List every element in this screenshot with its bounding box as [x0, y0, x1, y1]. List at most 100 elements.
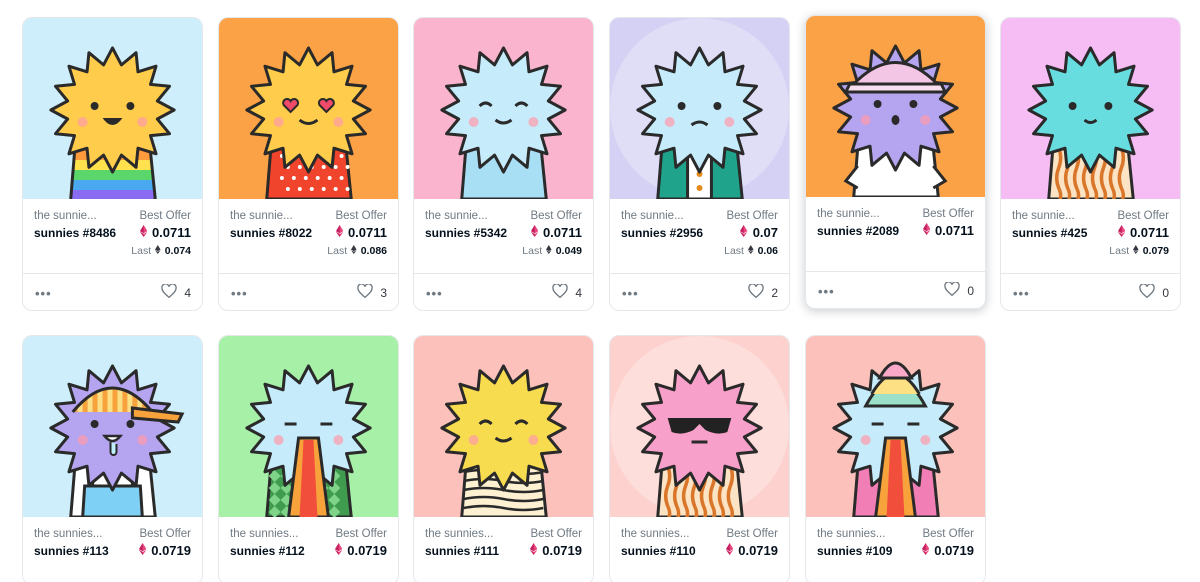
nft-card[interactable]: the sunnie... Best Offer sunnies #2956 0… — [609, 17, 790, 311]
token-name[interactable]: sunnies #113 — [34, 544, 109, 558]
favorite-button[interactable]: 4 — [161, 283, 191, 301]
ethereum-icon — [334, 543, 343, 558]
like-count: 4 — [184, 285, 191, 300]
ethereum-icon — [139, 225, 147, 240]
best-offer-label: Best Offer — [335, 210, 387, 222]
nft-card[interactable]: the sunnies... Best Offer sunnies #109 0… — [805, 335, 986, 582]
last-label: Last — [327, 245, 348, 257]
collection-name[interactable]: the sunnies... — [230, 528, 298, 540]
heart-icon[interactable] — [748, 283, 765, 301]
collection-name[interactable]: the sunnie... — [1012, 210, 1075, 222]
nft-card[interactable]: the sunnies... Best Offer sunnies #111 0… — [413, 335, 594, 582]
nft-image[interactable] — [610, 336, 789, 517]
nft-image[interactable] — [23, 18, 202, 199]
more-options-icon[interactable]: ••• — [35, 286, 52, 301]
token-name[interactable]: sunnies #425 — [1012, 226, 1087, 240]
last-sale: Last 0.079 — [1109, 245, 1169, 257]
ethereum-icon — [155, 245, 161, 257]
nft-image[interactable] — [219, 18, 398, 199]
collection-name[interactable]: the sunnie... — [817, 208, 880, 220]
favorite-button[interactable]: 2 — [748, 283, 778, 301]
collection-name[interactable]: the sunnie... — [230, 210, 293, 222]
nft-card[interactable]: the sunnies... Best Offer sunnies #113 0… — [22, 335, 203, 582]
card-footer: ••• 0 — [806, 271, 985, 308]
collection-name[interactable]: the sunnies... — [621, 528, 689, 540]
last-label: Last — [522, 245, 543, 257]
heart-icon[interactable] — [161, 283, 178, 301]
token-name[interactable]: sunnies #8486 — [34, 226, 116, 240]
best-offer-label: Best Offer — [726, 210, 778, 222]
token-name[interactable]: sunnies #110 — [621, 544, 696, 558]
nft-image[interactable] — [806, 336, 985, 517]
card-info: the sunnies... Best Offer sunnies #112 0… — [219, 517, 398, 582]
card-info: the sunnie... Best Offer sunnies #8022 0… — [219, 199, 398, 269]
collection-name[interactable]: the sunnies... — [34, 528, 102, 540]
favorite-button[interactable]: 0 — [1139, 283, 1169, 301]
collection-name[interactable]: the sunnies... — [817, 528, 885, 540]
favorite-button[interactable]: 4 — [552, 283, 582, 301]
price-value: 0.0719 — [347, 543, 387, 558]
ethereum-icon — [747, 245, 754, 257]
best-offer-price: 0.07 — [740, 225, 778, 240]
price-value: 0.0719 — [934, 543, 974, 558]
best-offer-label: Best Offer — [922, 528, 974, 540]
nft-image[interactable] — [23, 336, 202, 517]
nft-card[interactable]: the sunnies... Best Offer sunnies #112 0… — [218, 335, 399, 582]
nft-image[interactable] — [414, 336, 593, 517]
like-count: 0 — [1162, 285, 1169, 300]
like-count: 2 — [771, 285, 778, 300]
best-offer-price: 0.0719 — [725, 543, 778, 558]
collection-name[interactable]: the sunnie... — [34, 210, 97, 222]
token-name[interactable]: sunnies #109 — [817, 544, 892, 558]
best-offer-label: Best Offer — [335, 528, 387, 540]
token-name[interactable]: sunnies #8022 — [230, 226, 312, 240]
last-label: Last — [1109, 245, 1130, 257]
card-info: the sunnies... Best Offer sunnies #109 0… — [806, 517, 985, 582]
more-options-icon[interactable]: ••• — [818, 284, 835, 299]
collection-name[interactable]: the sunnies... — [425, 528, 493, 540]
more-options-icon[interactable]: ••• — [622, 286, 639, 301]
heart-icon[interactable] — [944, 281, 961, 299]
favorite-button[interactable]: 3 — [357, 283, 387, 301]
collection-name[interactable]: the sunnie... — [621, 210, 684, 222]
token-name[interactable]: sunnies #2089 — [817, 224, 899, 238]
heart-icon[interactable] — [1139, 283, 1156, 301]
more-options-icon[interactable]: ••• — [426, 286, 443, 301]
nft-card[interactable]: the sunnie... Best Offer sunnies #8022 0… — [218, 17, 399, 311]
ethereum-icon — [530, 225, 538, 240]
favorite-button[interactable]: 0 — [944, 281, 974, 299]
best-offer-price: 0.0719 — [529, 543, 582, 558]
heart-icon[interactable] — [357, 283, 374, 301]
price-value: 0.0711 — [347, 225, 387, 240]
nft-card[interactable]: the sunnies... Best Offer sunnies #110 0… — [609, 335, 790, 582]
price-value: 0.0719 — [151, 543, 191, 558]
ethereum-icon — [546, 245, 552, 257]
nft-image[interactable] — [414, 18, 593, 199]
nft-image[interactable] — [806, 16, 985, 197]
nft-card[interactable]: the sunnie... Best Offer sunnies #8486 0… — [22, 17, 203, 311]
best-offer-label: Best Offer — [139, 528, 191, 540]
more-options-icon[interactable]: ••• — [1013, 286, 1030, 301]
last-sale-value: 0.049 — [555, 245, 582, 257]
collection-name[interactable]: the sunnie... — [425, 210, 488, 222]
last-label: Last — [131, 245, 152, 257]
ethereum-icon — [335, 225, 343, 240]
nft-card[interactable]: the sunnie... Best Offer sunnies #425 0.… — [1000, 17, 1181, 311]
last-sale: Last 0.074 — [131, 245, 191, 257]
token-name[interactable]: sunnies #5342 — [425, 226, 507, 240]
nft-image[interactable] — [610, 18, 789, 199]
like-count: 4 — [575, 285, 582, 300]
token-name[interactable]: sunnies #2956 — [621, 226, 703, 240]
nft-card[interactable]: the sunnie... Best Offer sunnies #5342 0… — [413, 17, 594, 311]
nft-card[interactable]: the sunnie... Best Offer sunnies #2089 0… — [805, 15, 986, 309]
token-name[interactable]: sunnies #112 — [230, 544, 305, 558]
last-sale: Last 0.049 — [522, 245, 582, 257]
nft-image[interactable] — [1001, 18, 1180, 199]
card-info: the sunnie... Best Offer sunnies #425 0.… — [1001, 199, 1180, 269]
nft-image[interactable] — [219, 336, 398, 517]
card-footer: ••• 4 — [23, 273, 202, 310]
token-name[interactable]: sunnies #111 — [425, 544, 499, 558]
last-sale-value: 0.06 — [757, 245, 778, 257]
heart-icon[interactable] — [552, 283, 569, 301]
more-options-icon[interactable]: ••• — [231, 286, 248, 301]
